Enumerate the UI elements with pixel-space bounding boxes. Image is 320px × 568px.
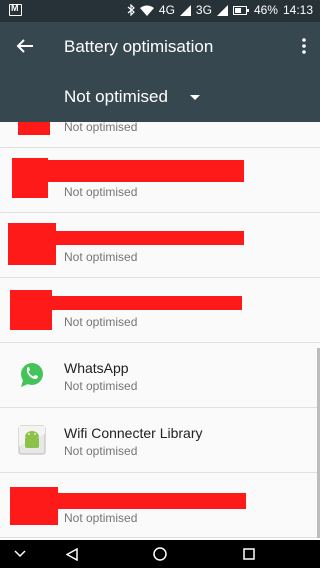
app-status: Not optimised bbox=[64, 122, 138, 134]
status-bar: 4G 3G 46% 14:13 bbox=[0, 0, 320, 22]
chevron-down-icon bbox=[14, 550, 26, 558]
list-item[interactable]: Wifi Connecter Library Not optimised bbox=[0, 408, 320, 473]
signal2-icon bbox=[216, 4, 228, 16]
redacted-icon bbox=[18, 122, 50, 135]
app-status: Not optimised bbox=[64, 379, 138, 393]
list-item[interactable]: WhatsApp Not optimised bbox=[0, 343, 320, 408]
home-button[interactable] bbox=[140, 540, 180, 568]
bluetooth-icon bbox=[127, 4, 135, 16]
redacted-name bbox=[36, 296, 242, 310]
navigation-bar bbox=[0, 540, 320, 568]
redacted-name bbox=[40, 231, 244, 245]
redacted-name bbox=[40, 493, 246, 509]
network-type-4g: 4G bbox=[158, 3, 175, 17]
app-status: Not optimised bbox=[64, 185, 138, 199]
network-type-3g: 3G bbox=[195, 3, 212, 17]
redacted-name bbox=[36, 160, 244, 182]
list-item[interactable]: Not optimised bbox=[0, 122, 320, 148]
app-status: Not optimised bbox=[64, 511, 138, 525]
back-triangle-icon bbox=[66, 547, 78, 561]
more-options-icon[interactable] bbox=[302, 38, 306, 54]
status-icons: 4G 3G 46% 14:13 bbox=[127, 3, 313, 17]
app-list: Not optimised Not optimised Not optimise… bbox=[0, 122, 320, 540]
signal-icon bbox=[179, 4, 191, 16]
battery-percent: 46% bbox=[253, 3, 278, 17]
app-name: Wifi Connecter Library bbox=[64, 425, 203, 441]
list-item[interactable]: Not optimised bbox=[0, 473, 320, 538]
home-circle-icon bbox=[153, 547, 167, 561]
recents-button[interactable] bbox=[229, 540, 269, 568]
page-title: Battery optimisation bbox=[64, 37, 214, 56]
list-item[interactable]: Not optimised bbox=[0, 213, 320, 278]
toolbar: Battery optimisation bbox=[0, 22, 320, 72]
app-status: Not optimised bbox=[64, 444, 138, 458]
filter-bar: Not optimised bbox=[0, 72, 320, 122]
recents-square-icon bbox=[243, 548, 255, 560]
filter-selected-value: Not optimised bbox=[64, 87, 168, 106]
gmail-notification-icon bbox=[9, 3, 22, 16]
dropdown-arrow-icon bbox=[189, 94, 200, 100]
filter-dropdown[interactable]: Not optimised bbox=[64, 85, 200, 109]
app-status: Not optimised bbox=[64, 250, 138, 264]
android-app-icon bbox=[18, 425, 46, 455]
whatsapp-icon bbox=[20, 362, 45, 387]
clock: 14:13 bbox=[282, 3, 313, 17]
list-item[interactable]: Not optimised bbox=[0, 148, 320, 213]
wifi-icon bbox=[139, 5, 154, 16]
hide-keyboard-button[interactable] bbox=[0, 540, 40, 568]
app-name: WhatsApp bbox=[64, 360, 129, 376]
back-button[interactable] bbox=[52, 540, 92, 568]
list-item[interactable]: Not optimised bbox=[0, 278, 320, 343]
back-arrow-icon[interactable] bbox=[14, 35, 36, 57]
app-status: Not optimised bbox=[64, 315, 138, 329]
battery-icon bbox=[232, 5, 249, 15]
